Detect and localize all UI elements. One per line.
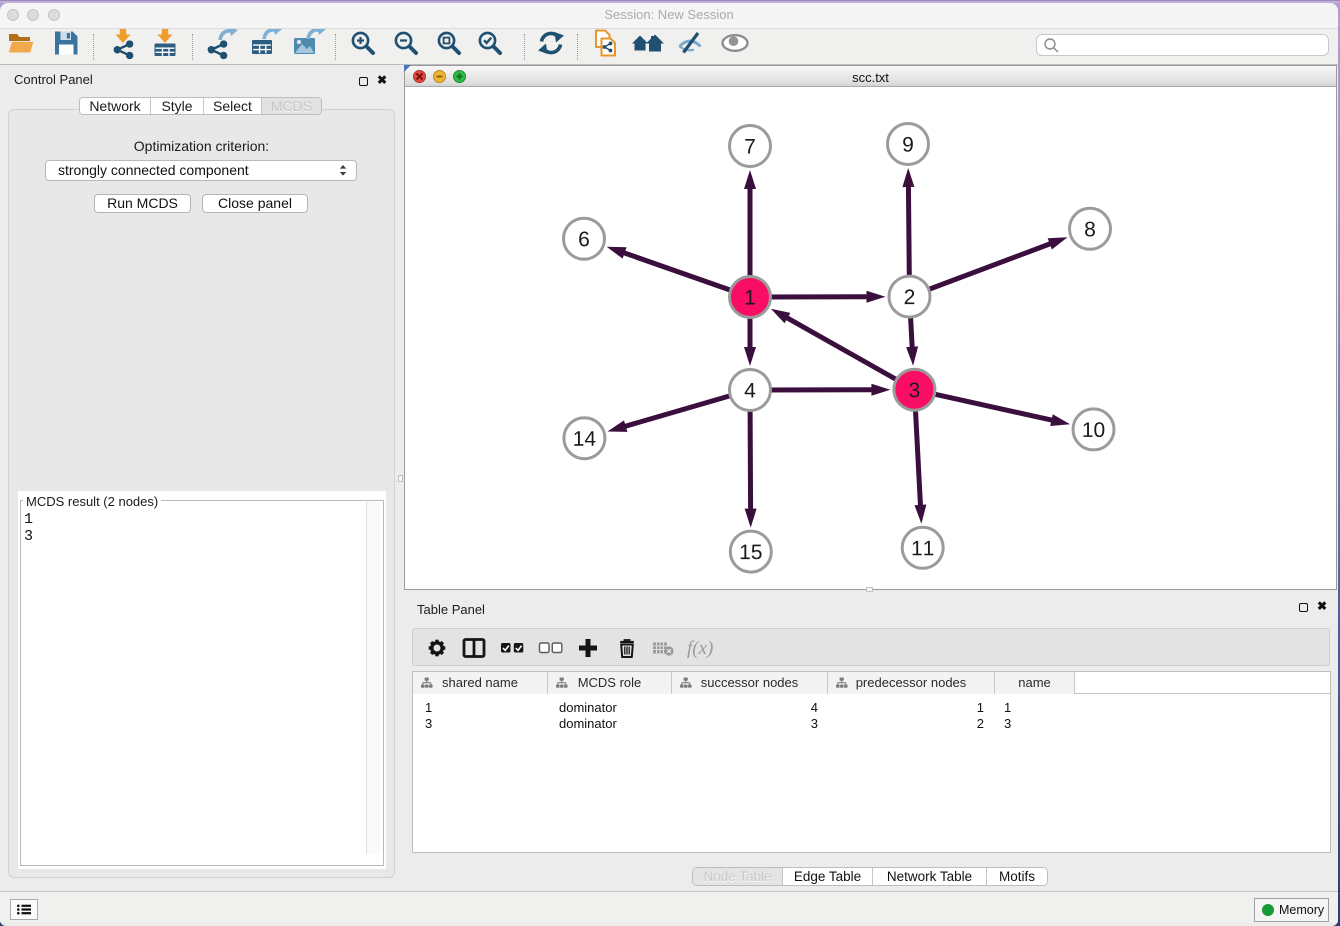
svg-text:f(x): f(x)	[687, 638, 713, 659]
svg-text:Memory: Memory	[1279, 903, 1325, 917]
